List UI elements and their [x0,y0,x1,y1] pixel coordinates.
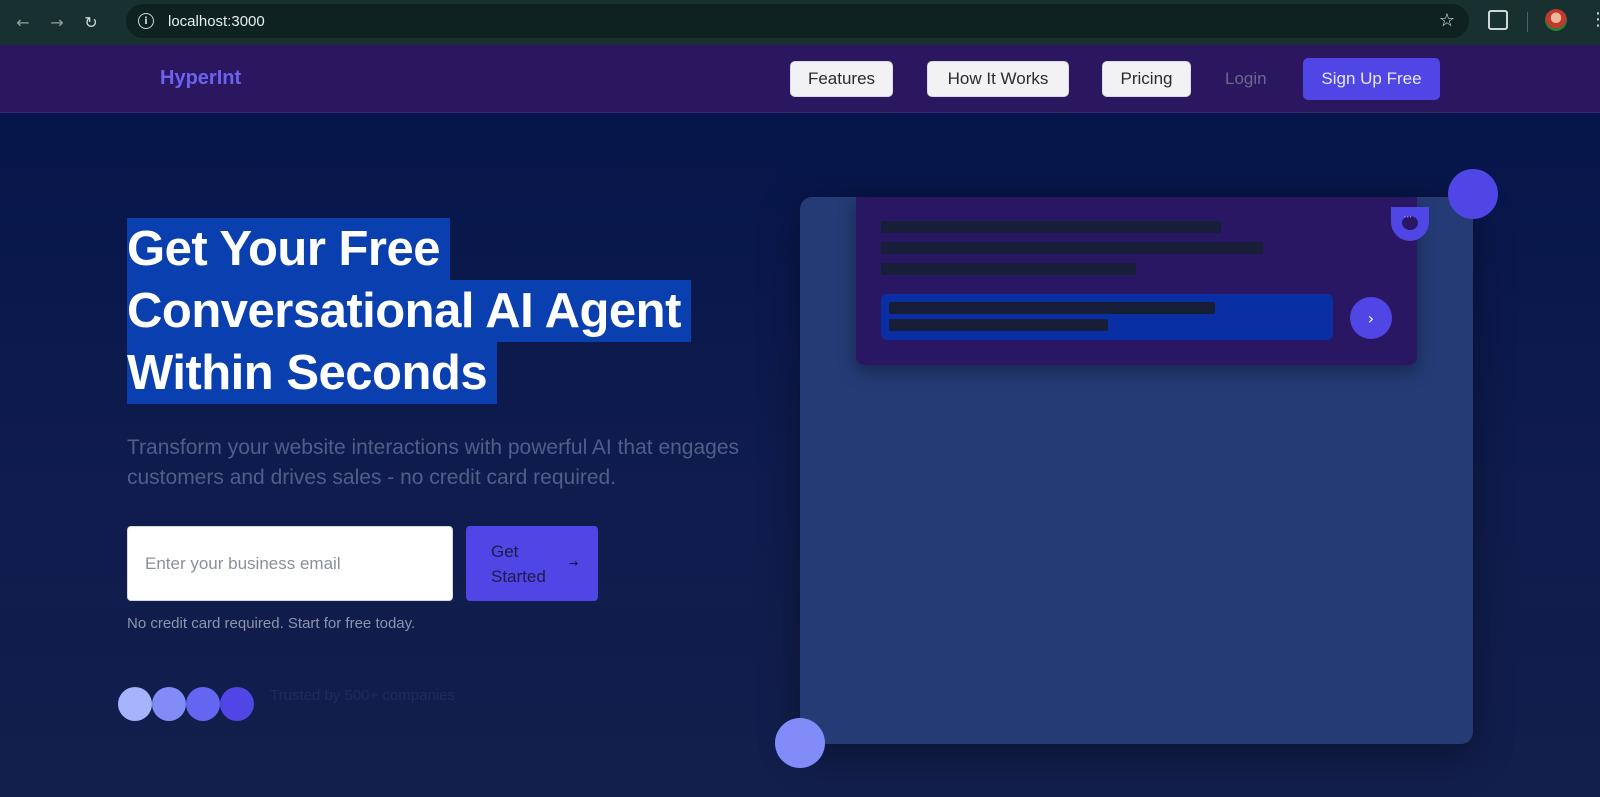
text-placeholder-bar [881,242,1263,254]
send-chevron-icon: › [1350,297,1392,339]
decorative-circle [1448,169,1498,219]
back-arrow-icon[interactable]: ← [6,6,40,40]
extensions-icon[interactable] [1488,10,1508,30]
nav-pricing-button[interactable]: Pricing [1102,61,1191,97]
chat-preview-card: › [856,197,1417,365]
headline-line: Conversational AI Agent [127,280,691,342]
headline-line: Within Seconds [127,342,498,404]
decorative-circle [775,718,825,768]
text-placeholder-bar [889,302,1215,314]
hero-headline: Get Your Free Conversational AI Agent Wi… [127,218,727,404]
site-navbar: HyperInt Features How It Works Pricing L… [0,45,1600,113]
get-started-button[interactable]: Get Started → [466,526,598,601]
headline-line: Get Your Free [127,218,451,280]
toolbar-divider [1527,12,1528,32]
nav-how-it-works-button[interactable]: How It Works [927,61,1069,97]
no-credit-card-note: No credit card required. Start for free … [127,615,416,632]
brand-logo[interactable]: HyperInt [160,67,241,90]
browser-toolbar: ← → ↻ i localhost:3000 ☆ ⋮ [0,0,1600,45]
avatar [220,687,254,721]
avatar [186,687,220,721]
nav-login-link[interactable]: Login [1225,69,1267,89]
address-bar[interactable]: i localhost:3000 ☆ [126,4,1469,38]
sign-up-button[interactable]: Sign Up Free [1303,58,1440,100]
arrow-right-icon: → [569,557,579,570]
business-email-input[interactable] [127,526,453,601]
avatar [118,687,152,721]
bookmark-star-icon[interactable]: ☆ [1439,10,1455,31]
profile-avatar[interactable] [1545,9,1567,31]
reload-icon[interactable]: ↻ [74,6,108,40]
forward-arrow-icon[interactable]: → [40,6,74,40]
text-placeholder-bar [881,221,1221,233]
browser-menu-icon[interactable]: ⋮ [1589,9,1600,31]
hero-section: Get Your Free Conversational AI Agent Wi… [0,113,1600,797]
url-text[interactable]: localhost:3000 [168,13,265,30]
site-info-icon[interactable]: i [138,13,154,29]
message-input-preview [881,294,1333,340]
text-placeholder-bar [889,319,1108,331]
avatar [152,687,186,721]
get-started-label: Get Started [491,541,546,586]
nav-features-button[interactable]: Features [790,61,893,97]
hero-subtext: Transform your website interactions with… [127,436,740,489]
trusted-by-text: Trusted by 500+ companies [270,687,455,704]
text-placeholder-bar [881,263,1136,275]
